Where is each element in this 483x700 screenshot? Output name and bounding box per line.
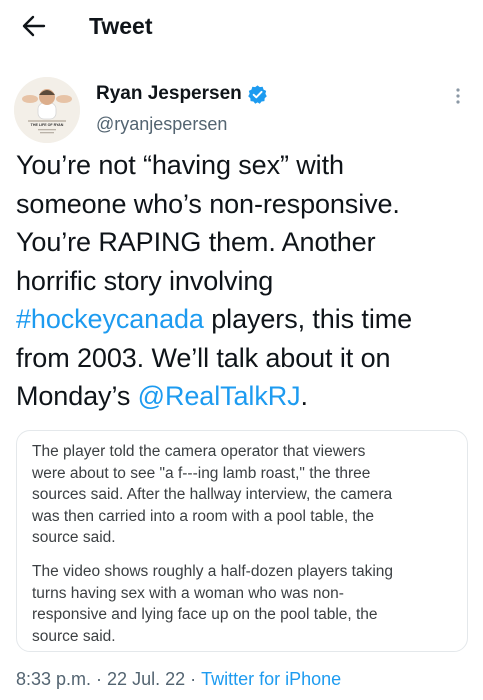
quoted-article-excerpt[interactable]: The player told the camera operator that… xyxy=(16,430,468,652)
excerpt-line: source said. xyxy=(32,627,116,645)
excerpt-line: turns having sex with a woman who was no… xyxy=(32,584,344,602)
tweet-text: You’re not “having sex” with someone who’… xyxy=(16,146,476,416)
tweet-text-segment: from 2003. We’ll talk about it on xyxy=(16,342,391,373)
tweet-text-line: You’re not “having sex” with xyxy=(16,146,476,185)
tweet-text-segment: Monday’s xyxy=(16,381,138,411)
excerpt-line: source said. xyxy=(32,529,116,546)
author-handle[interactable]: @ryanjespersen xyxy=(96,112,227,136)
author-name-row: Ryan Jespersen xyxy=(96,82,268,106)
tweet-date: 22 Jul. 22 xyxy=(107,669,186,689)
verified-badge-icon xyxy=(247,84,267,104)
tweet-text-segment: You’re not “having sex” with xyxy=(16,150,344,180)
mention-link[interactable]: @RealTalkRJ xyxy=(138,381,301,411)
tweet-author: THE LIFE OF RYAN Ryan Jespersen @ryanjes… xyxy=(0,72,483,143)
tweet-text-segment: horrific story involving xyxy=(16,265,274,296)
excerpt-line: was then carried into a room with a pool… xyxy=(32,507,375,525)
tweet-text-line: someone who’s non-responsive. xyxy=(16,185,476,224)
author-name[interactable]: Ryan Jespersen xyxy=(96,82,242,106)
avatar[interactable]: THE LIFE OF RYAN xyxy=(14,77,80,143)
top-bar: Tweet xyxy=(0,0,483,54)
tweet-text-segment: someone who’s non-responsive. xyxy=(16,188,400,219)
tweet-text-line: Monday’s @RealTalkRJ. xyxy=(16,377,476,416)
meta-separator: · xyxy=(190,669,197,689)
avatar-image: THE LIFE OF RYAN xyxy=(14,77,80,143)
arrow-left-icon xyxy=(22,15,46,37)
tweet-text-line: from 2003. We’ll talk about it on xyxy=(16,339,476,378)
tweet-text-line: #hockeycanada players, this time xyxy=(16,300,476,339)
excerpt-paragraph-2: The video shows roughly a half-dozen pla… xyxy=(32,561,457,647)
tweet-text-segment: You’re RAPING them. Another xyxy=(16,227,376,257)
tweet-text-segment: players, this time xyxy=(203,304,413,334)
meta-separator: · xyxy=(96,669,103,689)
more-options-button[interactable] xyxy=(447,85,469,107)
tweet-text-segment: . xyxy=(300,381,309,411)
tweet-text-line: horrific story involving xyxy=(16,262,476,301)
excerpt-line: The video shows roughly a half-dozen pla… xyxy=(32,563,394,580)
tweet-source-link[interactable]: Twitter for iPhone xyxy=(201,669,341,689)
tweet-time: 8:33 p.m. xyxy=(16,669,92,689)
excerpt-line: were about to see "a f---ing lamb roast,… xyxy=(32,464,371,482)
svg-text:THE LIFE OF RYAN: THE LIFE OF RYAN xyxy=(31,123,64,127)
excerpt-paragraph-1: The player told the camera operator that… xyxy=(32,441,457,549)
back-button[interactable] xyxy=(18,10,50,42)
excerpt-line: The player told the camera operator that… xyxy=(32,443,366,460)
hashtag-link[interactable]: #hockeycanada xyxy=(16,304,204,334)
tweet-text-line: You’re RAPING them. Another xyxy=(16,223,476,262)
tweet-meta: 8:33 p.m. · 22 Jul. 22 · Twitter for iPhone xyxy=(16,667,341,691)
excerpt-line: responsive and lying face up on the pool… xyxy=(32,606,378,623)
excerpt-line: sources said. After the hallway intervie… xyxy=(32,486,393,503)
page-title: Tweet xyxy=(89,13,153,39)
more-vertical-icon xyxy=(456,88,460,104)
